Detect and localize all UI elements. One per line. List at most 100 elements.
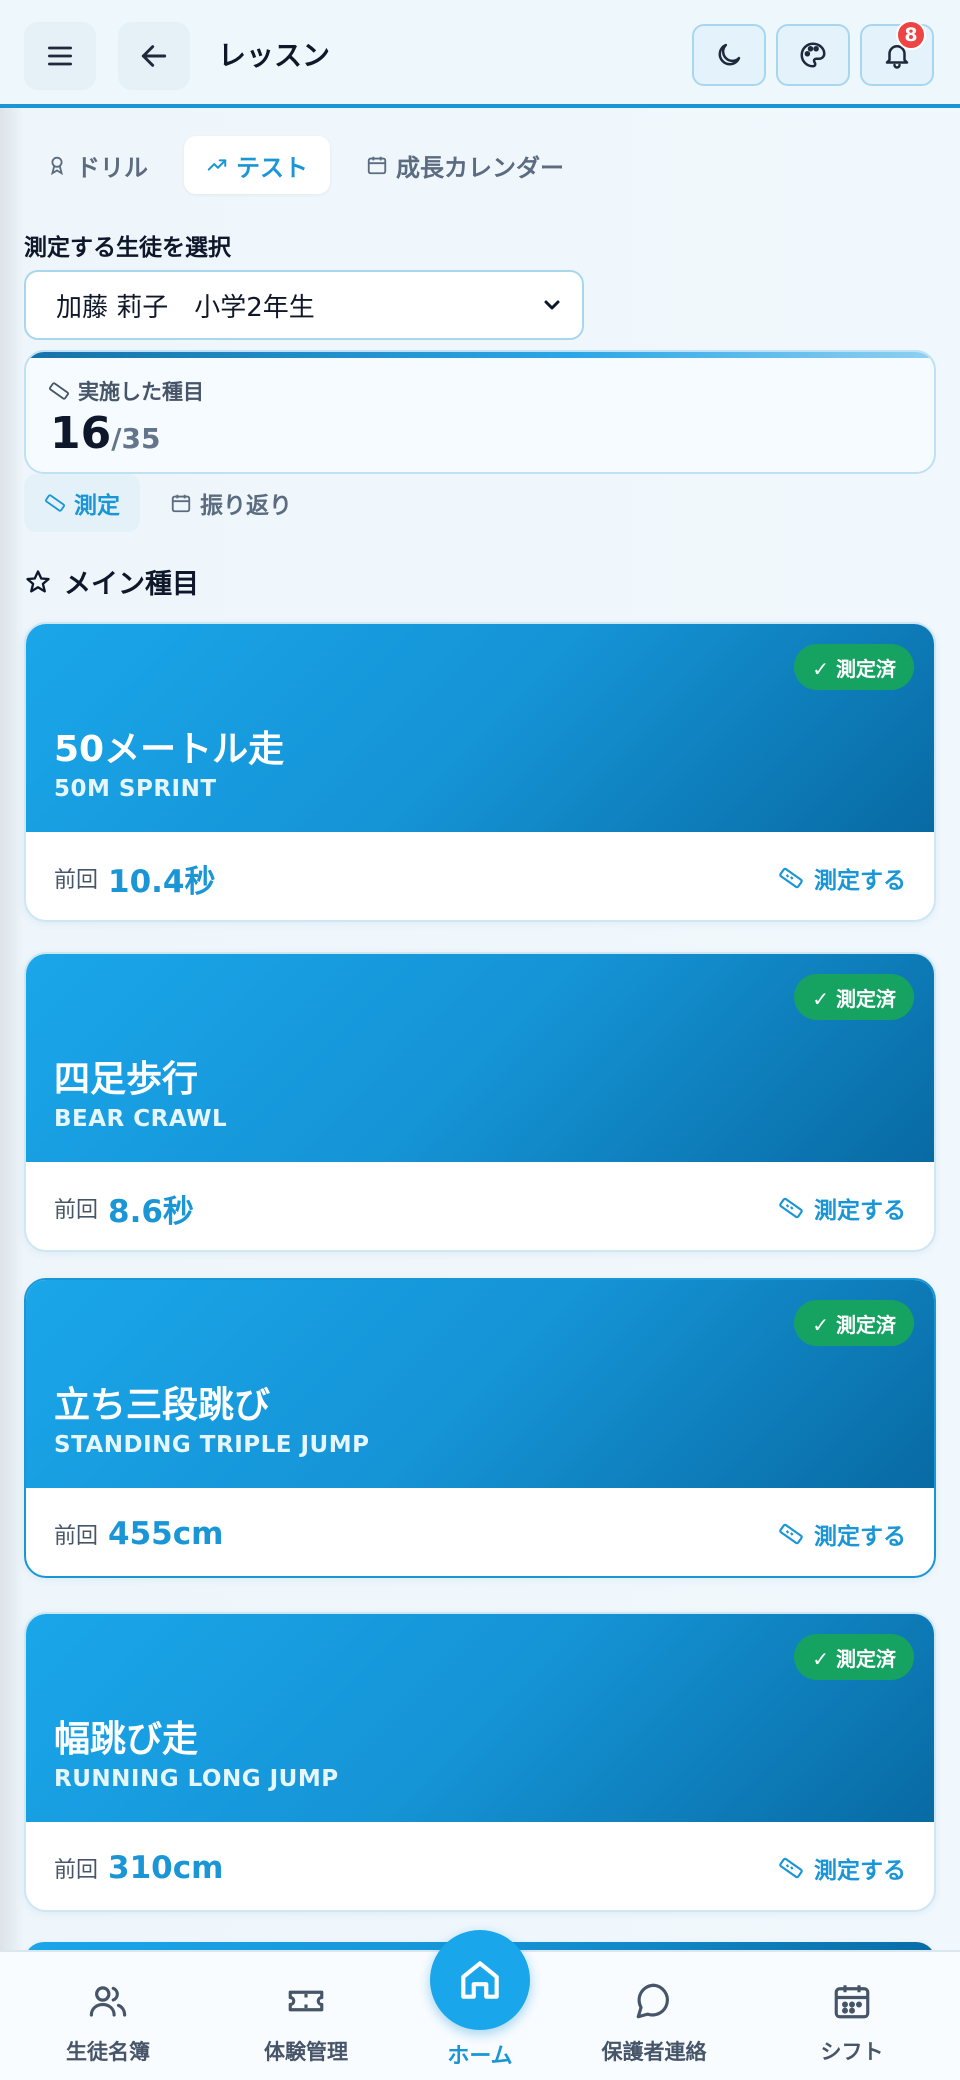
event-card[interactable]: ✓ 測定済 幅跳び走 RUNNING LONG JUMP 前回 310cm 測定… [24, 1612, 936, 1912]
measured-badge: ✓ 測定済 [794, 1300, 914, 1346]
previous-value: 8.6秒 [108, 1193, 194, 1230]
previous-label: 前回 [54, 1198, 99, 1223]
event-card[interactable]: ✓ 測定済 四足歩行 BEAR CRAWL 前回 8.6秒 測定する [24, 952, 936, 1252]
measure-button-label: 測定する [814, 1198, 906, 1224]
ruler-icon [49, 382, 69, 400]
previous-label: 前回 [54, 868, 99, 893]
measured-badge: ✓ 測定済 [794, 1634, 914, 1680]
event-name-en: 50M SPRINT [54, 776, 217, 802]
event-card-footer: 前回 10.4秒 測定する [26, 832, 934, 920]
palette-icon [800, 42, 826, 68]
previous-value: 10.4秒 [108, 863, 216, 900]
subtab-review-label: 振り返り [200, 493, 292, 519]
nav-home-button[interactable] [430, 1930, 530, 2030]
nav-shift[interactable]: シフト [772, 1980, 932, 2066]
calendar-icon [171, 494, 191, 513]
event-card-footer: 前回 8.6秒 測定する [26, 1162, 934, 1250]
tab-growth-calendar[interactable]: 成長カレンダー [344, 136, 586, 194]
previous-label: 前回 [54, 1858, 99, 1883]
calendar-icon [834, 1985, 870, 2019]
student-select[interactable]: 加藤 莉子 小学2年生 [24, 270, 584, 340]
nav-trials-label: 体験管理 [264, 2040, 348, 2064]
measured-badge: ✓ 測定済 [794, 974, 914, 1020]
dark-mode-button[interactable] [692, 24, 766, 86]
event-card-footer: 前回 310cm 測定する [26, 1822, 934, 1910]
home-icon [461, 1961, 499, 1999]
stats-total: /35 [111, 422, 161, 455]
event-card-header: ✓ 測定済 幅跳び走 RUNNING LONG JUMP [26, 1614, 934, 1822]
nav-parents[interactable]: 保護者連絡 [574, 1980, 734, 2066]
nav-trials[interactable]: 体験管理 [226, 1980, 386, 2066]
arrow-left-icon [141, 45, 167, 67]
ruler-icon [779, 1857, 803, 1879]
event-card-header: ✓ 測定済 四足歩行 BEAR CRAWL [26, 954, 934, 1162]
measure-button-label: 測定する [814, 1858, 906, 1884]
measured-badge: ✓ 測定済 [794, 644, 914, 690]
event-name: 四足歩行 [54, 1059, 199, 1100]
ticket-icon [288, 1990, 324, 2012]
nav-parents-label: 保護者連絡 [601, 2040, 707, 2064]
previous-value: 310cm [108, 1850, 224, 1886]
app-header: レッスン 8 [0, 0, 960, 108]
tab-test[interactable]: テスト [184, 136, 330, 194]
theme-button[interactable] [776, 24, 850, 86]
back-button[interactable] [118, 22, 190, 90]
student-select-value: 加藤 莉子 小学2年生 [56, 292, 315, 323]
section-main-events: メイン種目 [24, 562, 199, 601]
app-root: レッスン 8 ドリル テスト 成長カレンダー 測定する生徒を選択 加藤 莉子 小… [0, 0, 960, 2080]
event-name: 立ち三段跳び [54, 1385, 271, 1426]
event-name-en: STANDING TRIPLE JUMP [54, 1432, 370, 1458]
event-name: 50メートル走 [54, 729, 285, 770]
tab-drill-label: ドリル [76, 153, 148, 182]
tab-growth-calendar-label: 成長カレンダー [396, 153, 564, 182]
stats-done: 16 [50, 408, 112, 459]
event-card-header: ✓ 測定済 50メートル走 50M SPRINT [26, 624, 934, 832]
sub-tabs: 測定 振り返り [24, 474, 312, 532]
stats-label: 実施した種目 [48, 376, 204, 406]
ruler-icon [45, 494, 65, 512]
notification-badge: 8 [896, 20, 926, 50]
previous-value: 455cm [108, 1516, 224, 1552]
measure-button-label: 測定する [814, 1524, 906, 1550]
page-title: レッスン [218, 39, 331, 72]
moon-icon [718, 43, 741, 66]
measure-button[interactable]: 測定する [778, 1517, 906, 1551]
nav-home-label: ホーム [447, 2044, 513, 2069]
trend-icon [207, 159, 227, 171]
event-card-footer: 前回 455cm 測定する [26, 1488, 934, 1576]
subtab-review[interactable]: 振り返り [150, 474, 312, 532]
event-card[interactable]: ✓ 測定済 50メートル走 50M SPRINT 前回 10.4秒 測定する [24, 622, 936, 922]
menu-button[interactable] [24, 22, 96, 90]
measure-button[interactable]: 測定する [778, 1191, 906, 1225]
measure-button-label: 測定する [814, 868, 906, 894]
student-select-label: 測定する生徒を選択 [24, 235, 231, 261]
event-name-en: BEAR CRAWL [54, 1106, 228, 1132]
stats-label-text: 実施した種目 [78, 380, 204, 404]
event-name-en: RUNNING LONG JUMP [54, 1766, 339, 1792]
nav-students[interactable]: 生徒名簿 [28, 1980, 188, 2066]
nav-students-label: 生徒名簿 [66, 2040, 150, 2064]
stats-count: 16/35 [50, 408, 160, 459]
measure-button[interactable]: 測定する [778, 861, 906, 895]
subtab-measure-label: 測定 [74, 493, 120, 519]
chevron-down-icon [544, 300, 560, 310]
event-card-header: ✓ 測定済 立ち三段跳び STANDING TRIPLE JUMP [26, 1280, 934, 1488]
stats-accent-bar [26, 352, 934, 358]
nav-shift-label: シフト [820, 2040, 884, 2064]
tab-test-label: テスト [236, 153, 308, 182]
ruler-icon [779, 1197, 803, 1219]
progress-stats-card: 実施した種目 16/35 [24, 350, 936, 474]
calendar-icon [367, 156, 387, 175]
notifications-button[interactable]: 8 [860, 20, 934, 86]
menu-icon [48, 46, 72, 66]
section-title: メイン種目 [64, 569, 199, 600]
subtab-measure[interactable]: 測定 [24, 474, 140, 532]
ruler-icon [779, 867, 803, 889]
main-tabs: ドリル テスト 成長カレンダー [24, 136, 586, 194]
event-card[interactable]: ✓ 測定済 立ち三段跳び STANDING TRIPLE JUMP 前回 455… [24, 1278, 936, 1578]
measure-button[interactable]: 測定する [778, 1851, 906, 1885]
ruler-icon [779, 1523, 803, 1545]
tab-drill[interactable]: ドリル [24, 136, 170, 194]
chat-icon [636, 1983, 669, 2019]
event-name: 幅跳び走 [54, 1719, 199, 1760]
